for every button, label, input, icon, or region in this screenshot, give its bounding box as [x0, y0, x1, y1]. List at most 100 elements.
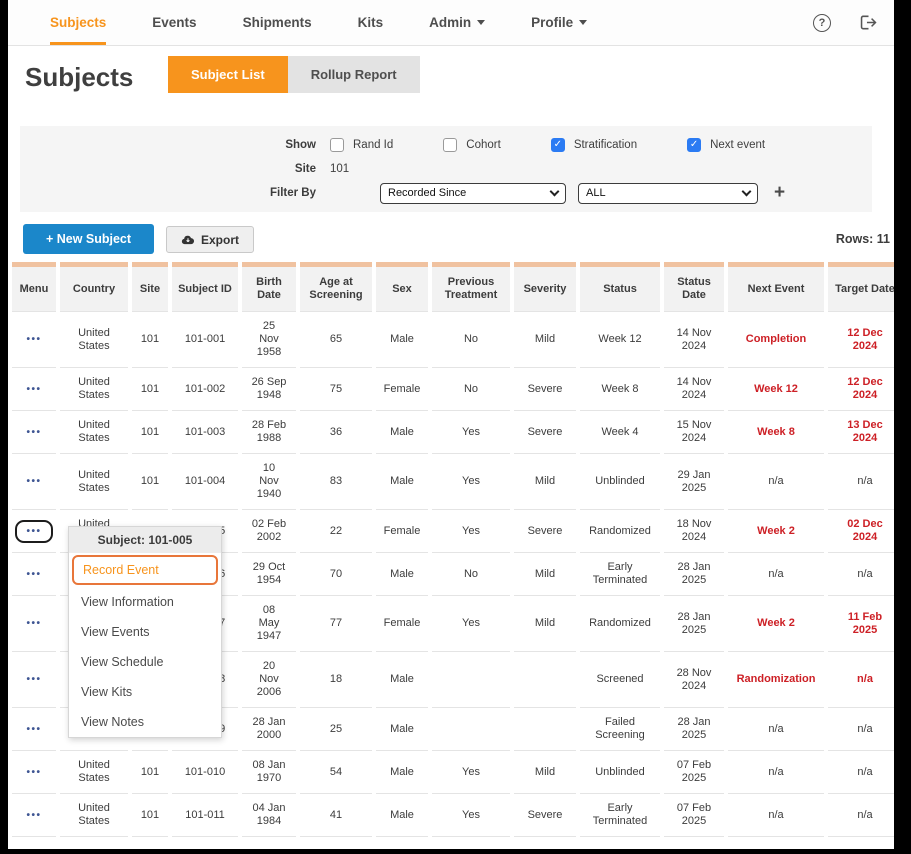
cell-target-date: 02 Dec 2024 [828, 509, 894, 552]
cell-subject-id: 101-001 [172, 311, 238, 367]
cell-menu: ••• [12, 651, 56, 707]
cell-severity: Severe [514, 509, 576, 552]
cell-age: 22 [300, 509, 372, 552]
context-menu-item-view-kits[interactable]: View Kits [69, 677, 221, 707]
cell-sex: Male [376, 552, 428, 595]
row-menu-button[interactable]: ••• [17, 380, 50, 399]
row-menu-button[interactable]: ••• [17, 806, 50, 825]
cell-menu: ••• [12, 750, 56, 793]
column-header-subject-id: Subject ID [172, 262, 238, 311]
cell-site: 101 [132, 453, 168, 509]
nav-item-profile[interactable]: Profile [531, 0, 587, 45]
nav-item-subjects[interactable]: Subjects [50, 0, 106, 45]
cell-country: United States [60, 367, 128, 410]
show-option-rand-id[interactable]: Rand Id [330, 138, 393, 152]
filter-type-select[interactable]: Recorded Since [380, 183, 566, 204]
column-header-birth-date: Birth Date [242, 262, 296, 311]
cell-site: 101 [132, 410, 168, 453]
cell-birth-date: 08 May 1947 [242, 595, 296, 651]
table-header-row: MenuCountrySiteSubject IDBirth DateAge a… [12, 262, 894, 311]
cell-sex: Male [376, 750, 428, 793]
cell-severity: Mild [514, 311, 576, 367]
column-header-previous-treatment: Previous Treatment [432, 262, 510, 311]
nav-item-admin[interactable]: Admin [429, 0, 485, 45]
row-menu-button[interactable]: ••• [15, 520, 52, 543]
show-option-next-event[interactable]: ✓ Next event [687, 138, 765, 152]
cell-subject-id: 101-004 [172, 453, 238, 509]
cell-next-event: n/a [728, 453, 824, 509]
checkbox-unchecked-icon[interactable] [443, 138, 457, 152]
cell-site: 101 [132, 311, 168, 367]
nav-item-shipments[interactable]: Shipments [243, 0, 312, 45]
export-button[interactable]: Export [166, 226, 254, 253]
cell-status: Early Terminated [580, 552, 660, 595]
context-menu-items: Record EventView InformationView EventsV… [69, 555, 221, 737]
row-menu-button[interactable]: ••• [17, 614, 50, 633]
checkbox-unchecked-icon[interactable] [330, 138, 344, 152]
actions-bar: + New Subject Export Rows: 11 [8, 222, 894, 256]
cell-menu: ••• [12, 410, 56, 453]
cell-menu: ••• [12, 793, 56, 837]
new-subject-button[interactable]: + New Subject [23, 224, 154, 254]
row-menu-button[interactable]: ••• [17, 720, 50, 739]
cell-country: United States [60, 311, 128, 367]
table-row: •••United States101101-00328 Feb 198836M… [12, 410, 894, 453]
caret-down-icon [477, 20, 485, 25]
app-window: SubjectsEventsShipmentsKitsAdminProfile … [8, 0, 894, 849]
filter-value-select[interactable]: ALL [578, 183, 758, 204]
row-menu-button[interactable]: ••• [17, 423, 50, 442]
cell-target-date: n/a [828, 453, 894, 509]
cell-subject-id: 101-011 [172, 793, 238, 837]
cell-status: Early Terminated [580, 793, 660, 837]
checkbox-checked-icon[interactable]: ✓ [687, 138, 701, 152]
table-row: •••United States101101-01008 Jan 197054M… [12, 750, 894, 793]
tab-rollup-report[interactable]: Rollup Report [288, 56, 420, 93]
context-menu-item-record-event[interactable]: Record Event [72, 555, 218, 585]
filter-panel: Show Rand IdCohort✓Stratification✓Next e… [20, 126, 872, 212]
row-menu-button[interactable]: ••• [17, 565, 50, 584]
cell-status: Unblinded [580, 453, 660, 509]
cell-status: Failed Screening [580, 707, 660, 750]
cell-status-date: 14 Nov 2024 [664, 311, 724, 367]
column-header-menu: Menu [12, 262, 56, 311]
logout-icon[interactable] [859, 14, 878, 31]
cell-age: 25 [300, 707, 372, 750]
cell-severity: Mild [514, 552, 576, 595]
row-menu-button[interactable]: ••• [17, 330, 50, 349]
row-menu-button[interactable]: ••• [17, 763, 50, 782]
cell-target-date: 12 Dec 2024 [828, 311, 894, 367]
cell-country: United States [60, 793, 128, 837]
context-menu-item-view-schedule[interactable]: View Schedule [69, 647, 221, 677]
context-menu-item-view-notes[interactable]: View Notes [69, 707, 221, 737]
cell-sex: Male [376, 793, 428, 837]
tab-subject-list[interactable]: Subject List [168, 56, 288, 93]
cell-target-date: n/a [828, 552, 894, 595]
cell-site: 101 [132, 367, 168, 410]
show-option-cohort[interactable]: Cohort [443, 138, 501, 152]
cell-next-event: Completion [728, 311, 824, 367]
nav-item-events[interactable]: Events [152, 0, 196, 45]
cell-previous-treatment: No [432, 552, 510, 595]
cell-age: 18 [300, 651, 372, 707]
row-menu-button[interactable]: ••• [17, 472, 50, 491]
cell-menu: ••• [12, 595, 56, 651]
nav-item-kits[interactable]: Kits [358, 0, 384, 45]
column-header-target-date: Target Date [828, 262, 894, 311]
page-title: Subjects [25, 62, 133, 93]
top-nav: SubjectsEventsShipmentsKitsAdminProfile … [8, 0, 894, 46]
context-menu-item-view-events[interactable]: View Events [69, 617, 221, 647]
cell-severity: Mild [514, 595, 576, 651]
add-filter-button[interactable]: + [774, 182, 785, 204]
checkbox-label: Next event [710, 139, 765, 151]
context-menu-item-view-information[interactable]: View Information [69, 587, 221, 617]
cell-subject-id: 101-002 [172, 367, 238, 410]
row-menu-button[interactable]: ••• [17, 670, 50, 689]
cell-age: 77 [300, 595, 372, 651]
cell-severity: Mild [514, 453, 576, 509]
cell-age: 54 [300, 750, 372, 793]
help-icon[interactable]: ? [813, 14, 831, 32]
show-option-stratification[interactable]: ✓Stratification [551, 138, 637, 152]
cell-age: 70 [300, 552, 372, 595]
checkbox-checked-icon[interactable]: ✓ [551, 138, 565, 152]
cell-status-date: 15 Nov 2024 [664, 410, 724, 453]
